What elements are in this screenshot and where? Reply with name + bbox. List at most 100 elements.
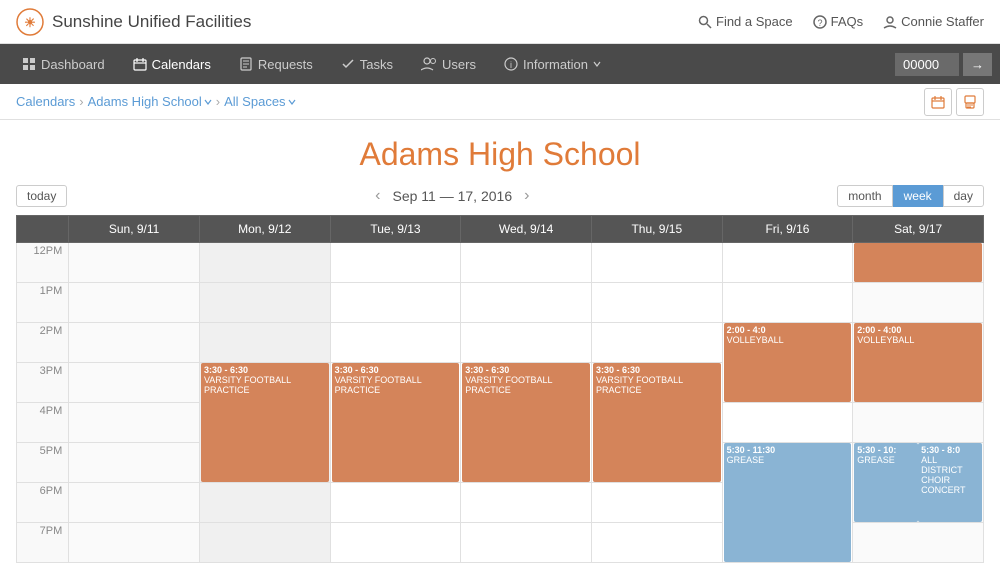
event-name: VARSITY FOOTBALL PRACTICE [335, 375, 457, 395]
day-cell-4-2[interactable] [591, 323, 722, 363]
event-e1[interactable]: 3:30 - 6:30VARSITY FOOTBALL PRACTICE [201, 363, 329, 482]
time-cell-0: 12PM [17, 243, 69, 283]
user-icon [883, 15, 897, 29]
breadcrumb-spaces[interactable]: All Spaces [224, 94, 295, 109]
event-name: GREASE [727, 455, 849, 465]
day-cell-4-3[interactable]: 3:30 - 6:30VARSITY FOOTBALL PRACTICE [591, 363, 722, 483]
day-cell-0-6[interactable] [69, 483, 200, 523]
day-cell-0-0[interactable] [69, 243, 200, 283]
tasks-icon [341, 57, 355, 71]
day-cell-4-6[interactable] [591, 483, 722, 523]
day-cell-5-4[interactable] [722, 403, 853, 443]
event-e10[interactable]: 5:30 - 8:0ALL DISTRICT CHOIR CONCERT [918, 443, 982, 522]
top-nav-right: Find a Space ? FAQs Connie Staffer [698, 14, 984, 29]
print-icon-btn[interactable] [956, 88, 984, 116]
breadcrumb-bar: Calendars › Adams High School › All Spac… [0, 84, 1000, 120]
school-dropdown-icon [204, 98, 212, 106]
day-cell-5-1[interactable] [722, 283, 853, 323]
day-cell-1-1[interactable] [199, 283, 330, 323]
grid-icon [931, 95, 945, 109]
day-cell-4-7[interactable] [591, 523, 722, 563]
day-cell-3-2[interactable] [461, 323, 592, 363]
day-cell-0-2[interactable] [69, 323, 200, 363]
calendar-view-icon-btn[interactable] [924, 88, 952, 116]
day-cell-3-3[interactable]: 3:30 - 6:30VARSITY FOOTBALL PRACTICE [461, 363, 592, 483]
nav-code-input[interactable] [895, 53, 959, 76]
chevron-down-icon [593, 60, 601, 68]
day-cell-4-0[interactable] [591, 243, 722, 283]
day-view-btn[interactable]: day [943, 185, 984, 207]
day-cell-6-4[interactable] [853, 403, 984, 443]
day-cell-0-5[interactable] [69, 443, 200, 483]
nav-requests[interactable]: Requests [225, 44, 327, 84]
find-space-link[interactable]: Find a Space [698, 14, 793, 29]
nav-dashboard[interactable]: Dashboard [8, 44, 119, 84]
today-button[interactable]: today [16, 185, 67, 207]
event-name: VOLLEYBALL [727, 335, 849, 345]
next-week-arrow[interactable]: › [524, 187, 529, 205]
nav-information[interactable]: i Information [490, 44, 615, 84]
breadcrumb-calendars[interactable]: Calendars [16, 94, 75, 109]
breadcrumb-school[interactable]: Adams High School [88, 94, 212, 109]
day-cell-3-1[interactable] [461, 283, 592, 323]
day-cell-4-1[interactable] [591, 283, 722, 323]
event-e8[interactable]: 2:00 - 4:00VOLLEYBALL [854, 323, 982, 402]
day-header-4: Thu, 9/15 [591, 216, 722, 243]
event-e7[interactable]: 5:30 - 11:30GREASE [724, 443, 852, 562]
event-e9[interactable]: 5:30 - 10:GREASE [854, 443, 918, 522]
user-link[interactable]: Connie Staffer [883, 14, 984, 29]
day-cell-2-7[interactable] [330, 523, 461, 563]
event-time: 3:30 - 6:30 [596, 365, 718, 375]
day-cell-1-7[interactable] [199, 523, 330, 563]
day-cell-1-0[interactable] [199, 243, 330, 283]
day-cell-3-7[interactable] [461, 523, 592, 563]
svg-text:?: ? [817, 18, 822, 28]
day-cell-2-6[interactable] [330, 483, 461, 523]
faqs-icon: ? [813, 15, 827, 29]
nav-calendars[interactable]: Calendars [119, 44, 225, 84]
day-cell-1-6[interactable] [199, 483, 330, 523]
event-e3[interactable]: 3:30 - 6:30VARSITY FOOTBALL PRACTICE [462, 363, 590, 482]
time-cell-7: 7PM [17, 523, 69, 563]
nav-code-button[interactable]: → [963, 53, 992, 76]
breadcrumb: Calendars › Adams High School › All Spac… [16, 94, 296, 109]
time-cell-3: 3PM [17, 363, 69, 403]
day-cell-6-5[interactable]: 5:30 - 10:GREASE5:30 - 8:0ALL DISTRICT C… [853, 443, 984, 523]
day-cell-5-0[interactable] [722, 243, 853, 283]
calendar-title: Adams High School [16, 120, 984, 185]
week-view-btn[interactable]: week [893, 185, 943, 207]
day-cell-6-2[interactable]: 2:00 - 4:00VOLLEYBALL [853, 323, 984, 403]
event-time: 5:30 - 8:0 [921, 445, 979, 455]
nav-tasks[interactable]: Tasks [327, 44, 407, 84]
day-cell-2-3[interactable]: 3:30 - 6:30VARSITY FOOTBALL PRACTICE [330, 363, 461, 483]
event-partial-sat[interactable] [854, 243, 982, 282]
day-cell-6-7[interactable] [853, 523, 984, 563]
day-cell-2-0[interactable] [330, 243, 461, 283]
day-cell-5-2[interactable]: 2:00 - 4:0VOLLEYBALL [722, 323, 853, 403]
day-cell-1-2[interactable] [199, 323, 330, 363]
day-header-0: Sun, 9/11 [69, 216, 200, 243]
day-cell-3-6[interactable] [461, 483, 592, 523]
calendar-table: Sun, 9/11 Mon, 9/12 Tue, 9/13 Wed, 9/14 … [16, 215, 984, 563]
day-cell-2-2[interactable] [330, 323, 461, 363]
event-e5[interactable]: 2:00 - 4:0VOLLEYBALL [724, 323, 852, 402]
day-cell-2-1[interactable] [330, 283, 461, 323]
day-cell-1-3[interactable]: 3:30 - 6:30VARSITY FOOTBALL PRACTICE [199, 363, 330, 483]
time-cell-6: 6PM [17, 483, 69, 523]
event-e2[interactable]: 3:30 - 6:30VARSITY FOOTBALL PRACTICE [332, 363, 460, 482]
faqs-link[interactable]: ? FAQs [813, 14, 864, 29]
day-cell-0-1[interactable] [69, 283, 200, 323]
month-view-btn[interactable]: month [837, 185, 892, 207]
event-e4[interactable]: 3:30 - 6:30VARSITY FOOTBALL PRACTICE [593, 363, 721, 482]
event-name: GREASE [857, 455, 915, 465]
nav-users[interactable]: Users [407, 44, 490, 84]
day-cell-3-0[interactable] [461, 243, 592, 283]
day-cell-0-3[interactable] [69, 363, 200, 403]
prev-week-arrow[interactable]: ‹ [375, 187, 380, 205]
day-cell-0-7[interactable] [69, 523, 200, 563]
day-cell-6-1[interactable] [853, 283, 984, 323]
day-cell-0-4[interactable] [69, 403, 200, 443]
day-cell-6-0[interactable] [853, 243, 984, 283]
day-cell-5-5[interactable]: 5:30 - 11:30GREASE [722, 443, 853, 563]
event-name: ALL DISTRICT CHOIR CONCERT [921, 455, 979, 495]
